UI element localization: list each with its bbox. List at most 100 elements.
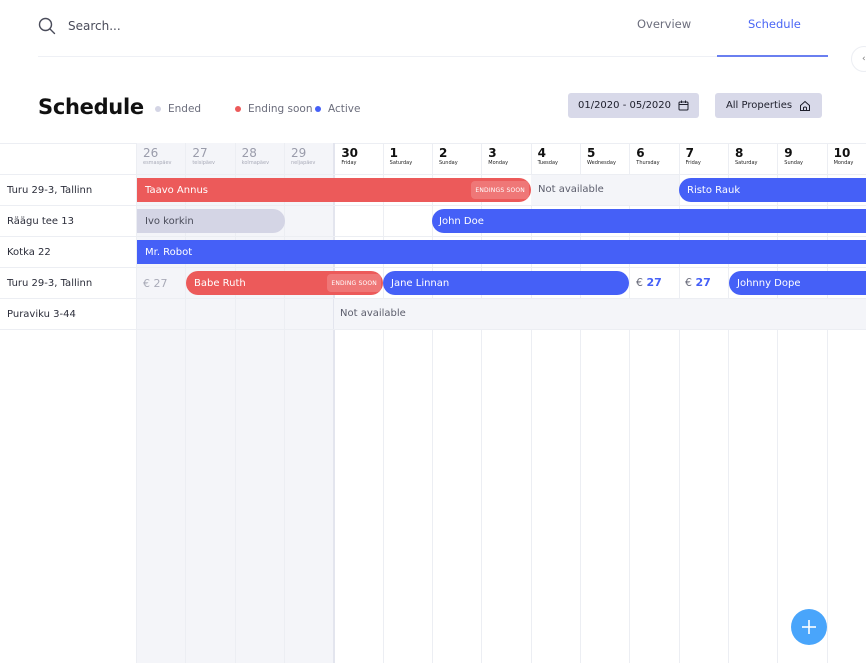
day-column: 30 Friday bbox=[333, 143, 382, 663]
ending-soon-dot-icon bbox=[235, 106, 241, 112]
property-row-label[interactable]: Puraviku 3-44 bbox=[0, 299, 136, 330]
day-header[interactable]: 10 Monday bbox=[834, 147, 854, 167]
day-number: 7 bbox=[685, 146, 694, 160]
guest-name: Ivo korkin bbox=[145, 215, 194, 227]
row-divider bbox=[136, 329, 866, 330]
search-icon[interactable] bbox=[38, 17, 56, 35]
booking-bar-john-doe[interactable]: John Doe bbox=[432, 209, 866, 233]
day-header[interactable]: 4 Tuesday bbox=[538, 147, 558, 167]
plus-icon bbox=[802, 620, 816, 634]
price-cell[interactable]: € 27 bbox=[685, 276, 711, 289]
day-header[interactable]: 2 Sunday bbox=[439, 147, 458, 167]
day-name: teisipäev bbox=[192, 160, 216, 166]
day-number: 26 bbox=[143, 146, 159, 160]
day-name: esmaspäev bbox=[143, 160, 172, 166]
day-name: Tuesday bbox=[537, 160, 558, 166]
currency: € bbox=[685, 276, 692, 289]
row-divider bbox=[136, 236, 866, 237]
day-number: 2 bbox=[438, 146, 448, 160]
all-properties-button[interactable]: All Properties bbox=[715, 93, 822, 118]
booking-bar-babe-ruth[interactable]: Babe Ruth ENDING SOON bbox=[186, 271, 383, 295]
day-number: 9 bbox=[784, 146, 793, 160]
day-header[interactable]: 27 teisipäev bbox=[192, 147, 215, 167]
not-available-label: Not available bbox=[538, 184, 604, 195]
day-header[interactable]: 28 kolmapäev bbox=[242, 147, 269, 167]
day-number: 8 bbox=[734, 146, 744, 160]
day-header[interactable]: 29 neljapäev bbox=[291, 147, 315, 167]
active-tab-indicator bbox=[717, 55, 828, 57]
currency: € bbox=[636, 276, 643, 289]
legend-label: Active bbox=[328, 103, 361, 115]
page-title: Schedule bbox=[38, 95, 144, 119]
divider bbox=[38, 56, 828, 57]
unavailable-cell bbox=[334, 299, 866, 329]
day-name: neljapäev bbox=[290, 160, 316, 166]
guest-name: John Doe bbox=[439, 215, 484, 227]
day-header[interactable]: 7 Friday bbox=[686, 147, 701, 167]
date-range-button[interactable]: 01/2020 - 05/2020 bbox=[568, 93, 699, 118]
booking-bar-taavo-annus[interactable]: Taavo Annus ENDINGS SOON bbox=[137, 178, 531, 202]
day-name: Sunday bbox=[438, 160, 458, 166]
not-available-label: Not available bbox=[340, 308, 406, 319]
day-header[interactable]: 3 Monday bbox=[488, 147, 508, 167]
price-cell[interactable]: € 27 bbox=[636, 276, 662, 289]
property-row-label[interactable]: Kotka 22 bbox=[0, 237, 136, 268]
booking-bar-risto-rauk[interactable]: Risto Rauk bbox=[679, 178, 866, 202]
guest-name: Risto Rauk bbox=[687, 184, 741, 196]
day-header[interactable]: 8 Saturday bbox=[735, 147, 758, 167]
home-icon bbox=[800, 100, 811, 111]
day-column: 1 Saturday bbox=[382, 143, 432, 663]
row-divider bbox=[136, 205, 866, 206]
property-column: Turu 29-3, Tallinn Räägu tee 13 Kotka 22… bbox=[0, 143, 136, 663]
day-header[interactable]: 9 Sunday bbox=[784, 147, 803, 167]
header-spacer bbox=[0, 143, 136, 175]
day-name: kolmapäev bbox=[241, 160, 270, 166]
property-row-label[interactable]: Räägu tee 13 bbox=[0, 206, 136, 237]
day-name: Thursday bbox=[636, 160, 660, 166]
guest-name: Taavo Annus bbox=[145, 184, 208, 196]
search-input[interactable] bbox=[68, 16, 368, 36]
add-booking-button[interactable] bbox=[791, 609, 827, 645]
calendar-icon bbox=[678, 100, 689, 111]
properties-label: All Properties bbox=[725, 100, 793, 111]
price-amount: 27 bbox=[153, 277, 168, 290]
day-header[interactable]: 5 Wednesday bbox=[587, 147, 616, 167]
day-header[interactable]: 1 Saturday bbox=[390, 147, 413, 167]
day-name: Saturday bbox=[389, 160, 413, 166]
day-number: 28 bbox=[241, 146, 257, 160]
legend-ended: Ended bbox=[155, 103, 201, 115]
day-name: Friday bbox=[685, 160, 701, 166]
legend-ending-soon: Ending soon bbox=[235, 103, 313, 115]
day-number: 27 bbox=[192, 146, 208, 160]
day-number: 10 bbox=[833, 146, 851, 160]
day-header[interactable]: 30 Friday bbox=[341, 147, 358, 167]
day-name: Sunday bbox=[784, 160, 803, 166]
top-bar: Overview Schedule ‹ bbox=[0, 0, 866, 72]
day-name: Saturday bbox=[734, 160, 758, 166]
price-amount: 27 bbox=[646, 276, 662, 289]
property-row-label[interactable]: Turu 29-3, Tallinn bbox=[0, 268, 136, 299]
booking-bar-johnny-dope[interactable]: Johnny Dope bbox=[729, 271, 866, 295]
property-row-label[interactable]: Turu 29-3, Tallinn bbox=[0, 175, 136, 206]
day-header[interactable]: 26 esmaspäev bbox=[143, 147, 172, 167]
booking-bar-mr-robot[interactable]: Mr. Robot bbox=[137, 240, 866, 264]
guest-name: Mr. Robot bbox=[145, 246, 193, 258]
chevron-left-icon: ‹ bbox=[862, 54, 866, 64]
ended-dot-icon bbox=[155, 106, 161, 112]
collapse-sidebar-button[interactable]: ‹ bbox=[851, 46, 866, 72]
legend-active: Active bbox=[315, 103, 360, 115]
day-header[interactable]: 6 Thursday bbox=[636, 147, 659, 167]
booking-bar-jane-linnan[interactable]: Jane Linnan bbox=[383, 271, 629, 295]
day-number: 30 bbox=[341, 146, 359, 160]
tab-schedule[interactable]: Schedule bbox=[748, 17, 801, 31]
guest-name: Babe Ruth bbox=[194, 277, 246, 289]
ending-soon-badge: ENDINGS SOON bbox=[471, 181, 529, 199]
currency: € bbox=[143, 277, 150, 290]
ending-soon-badge: ENDING SOON bbox=[327, 274, 381, 292]
booking-bar-ivo-korkin[interactable]: Ivo korkin bbox=[137, 209, 285, 233]
day-name: Wednesday bbox=[586, 160, 616, 166]
row-divider bbox=[136, 298, 866, 299]
price-cell[interactable]: € 27 bbox=[143, 277, 168, 290]
tab-overview[interactable]: Overview bbox=[637, 17, 691, 31]
legend-label: Ending soon bbox=[248, 103, 313, 115]
